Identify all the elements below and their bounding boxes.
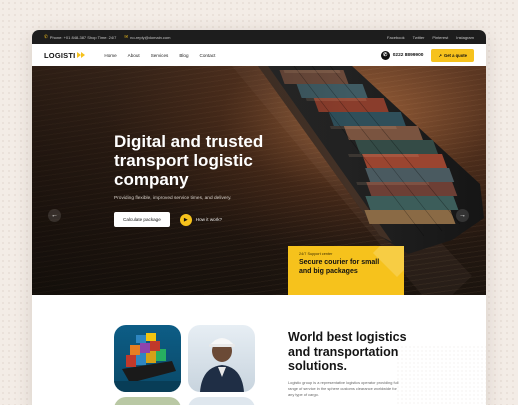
arrow-left-icon: ← <box>51 212 58 219</box>
top-bar: ✆ Phone: +01 848-387 Shop Time: 24/7 ✉ n… <box>32 30 486 44</box>
nav-home[interactable]: Home <box>104 53 116 58</box>
topbar-email[interactable]: ✉ no-reply@domain.com <box>124 34 170 40</box>
nav-about[interactable]: About <box>128 53 140 58</box>
social-facebook[interactable]: Facebook <box>387 35 405 40</box>
arrow-icon: ↗ <box>438 52 442 58</box>
mail-icon: ✉ <box>124 34 129 39</box>
nav-contact[interactable]: Contact <box>200 53 216 58</box>
social-pinterest[interactable]: Pinterest <box>432 35 448 40</box>
get-quote-button[interactable]: ↗ Get a quote <box>431 48 474 62</box>
logo-chevron-icon <box>77 52 86 58</box>
about-text: Logistic group is a representative logis… <box>288 379 399 397</box>
topbar-phone[interactable]: ✆ Phone: +01 848-387 Shop Time: 24/7 <box>44 34 116 40</box>
support-label: 24/7 Support center <box>299 252 333 256</box>
social-instagram[interactable]: Instagram <box>456 35 474 40</box>
arrow-right-icon: → <box>459 212 466 219</box>
logo[interactable]: LOGISTI <box>44 51 86 60</box>
hero-content: Digital and trusted transport logistic c… <box>114 132 264 227</box>
worker-photo <box>188 325 255 392</box>
nav-menu: Home About Services Blog Contact <box>104 53 215 58</box>
hero-section: Digital and trusted transport logistic c… <box>32 66 486 295</box>
phone-icon: ✆ <box>44 34 48 39</box>
main-nav: LOGISTI Home About Services Blog Contact… <box>32 44 486 66</box>
phone-icon: ✆ <box>380 50 390 60</box>
nav-phone[interactable]: ✆ 0222 8899900 <box>380 50 423 60</box>
about-section: World best logistics and transportation … <box>32 295 486 405</box>
play-icon: ▶ <box>179 213 192 226</box>
next-slide-button[interactable]: → <box>456 209 469 222</box>
container-ship-photo <box>114 325 181 392</box>
calculate-package-button[interactable]: Calculate package <box>114 212 170 227</box>
hero-title: Digital and trusted transport logistic c… <box>114 132 264 189</box>
social-twitter[interactable]: Twitter <box>413 35 425 40</box>
prev-slide-button[interactable]: ← <box>48 209 61 222</box>
how-it-works-button[interactable]: ▶ How it work? <box>179 213 222 226</box>
nav-services[interactable]: Services <box>151 53 169 58</box>
hero-subtitle: Providing flexible, improved service tim… <box>114 196 232 201</box>
support-title: Secure courier for small and big package… <box>299 259 380 275</box>
browser-frame: ✆ Phone: +01 848-387 Shop Time: 24/7 ✉ n… <box>32 30 486 405</box>
nav-blog[interactable]: Blog <box>179 53 188 58</box>
